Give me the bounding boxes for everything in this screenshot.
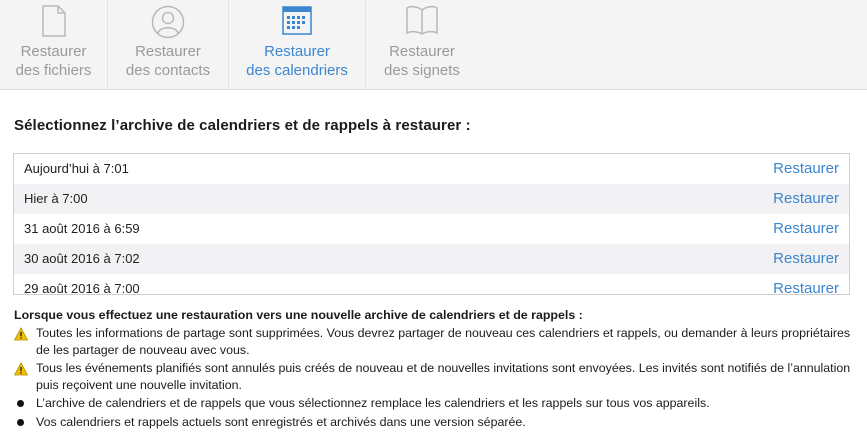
note-text: L’archive de calendriers et de rappels q… (36, 396, 710, 410)
tab-label-line2: des contacts (125, 62, 211, 79)
warning-icon (13, 362, 29, 376)
restore-button[interactable]: Restaurer (773, 244, 839, 274)
archive-date: Aujourd’hui à 7:01 (24, 161, 129, 176)
list-item: 30 août 2016 à 7:02 Restaurer (14, 244, 849, 274)
note-item: Toutes les informations de partage sont … (13, 325, 854, 358)
warning-icon (13, 327, 29, 341)
restore-tab-bar: Restaurer des fichiers Restaurer des con… (0, 0, 867, 90)
tab-restore-bookmarks[interactable]: Restaurer des signets (366, 0, 478, 89)
list-item: Hier à 7:00 Restaurer (14, 184, 849, 214)
contact-icon (151, 5, 185, 44)
notes-title: Lorsque vous effectuez une restauration … (14, 308, 583, 322)
page-title: Sélectionnez l’archive de calendriers et… (14, 117, 471, 134)
calendar-icon (282, 5, 312, 40)
list-item: Aujourd’hui à 7:01 Restaurer (14, 154, 849, 184)
archive-date: 31 août 2016 à 6:59 (24, 221, 140, 236)
tab-label-line1: Restaurer (389, 43, 455, 60)
note-text: Toutes les informations de partage sont … (36, 326, 851, 357)
book-icon (405, 5, 439, 40)
archive-date: 29 août 2016 à 7:00 (24, 281, 140, 295)
note-item: Tous les événements planifiés sont annul… (13, 360, 854, 393)
restore-button[interactable]: Restaurer (773, 184, 839, 214)
list-item: 29 août 2016 à 7:00 Restaurer (14, 274, 849, 295)
note-text: Vos calendriers et rappels actuels sont … (36, 414, 526, 429)
note-item: Vos calendriers et rappels actuels sont … (14, 414, 854, 431)
tab-restore-contacts[interactable]: Restaurer des contacts (108, 0, 228, 89)
tab-label-line1: Restaurer (264, 43, 330, 60)
archive-date: Hier à 7:00 (24, 191, 88, 206)
list-item: 31 août 2016 à 6:59 Restaurer (14, 214, 849, 244)
restore-button[interactable]: Restaurer (773, 154, 839, 184)
tab-label-line2: des signets (384, 62, 460, 79)
restore-notes: Lorsque vous effectuez une restauration … (13, 307, 854, 431)
file-icon (41, 5, 67, 42)
bullet-icon (17, 418, 24, 426)
archive-date: 30 août 2016 à 7:02 (24, 251, 140, 266)
tab-label-line1: Restaurer (20, 43, 87, 60)
note-item: L’archive de calendriers et de rappels q… (14, 395, 854, 412)
bullet-icon (17, 400, 24, 407)
note-text: Tous les événements planifiés sont annul… (36, 361, 851, 392)
tab-label-line2: des fichiers (15, 62, 92, 79)
restore-button[interactable]: Restaurer (773, 214, 839, 244)
tab-label-line2: des calendriers (246, 62, 348, 79)
restore-button[interactable]: Restaurer (773, 274, 839, 294)
archive-list[interactable]: Aujourd’hui à 7:01 Restaurer Hier à 7:00… (13, 153, 850, 295)
tab-restore-calendars[interactable]: Restaurer des calendriers (229, 0, 365, 89)
tab-label-line1: Restaurer (135, 43, 201, 60)
tab-restore-files[interactable]: Restaurer des fichiers (0, 0, 107, 89)
